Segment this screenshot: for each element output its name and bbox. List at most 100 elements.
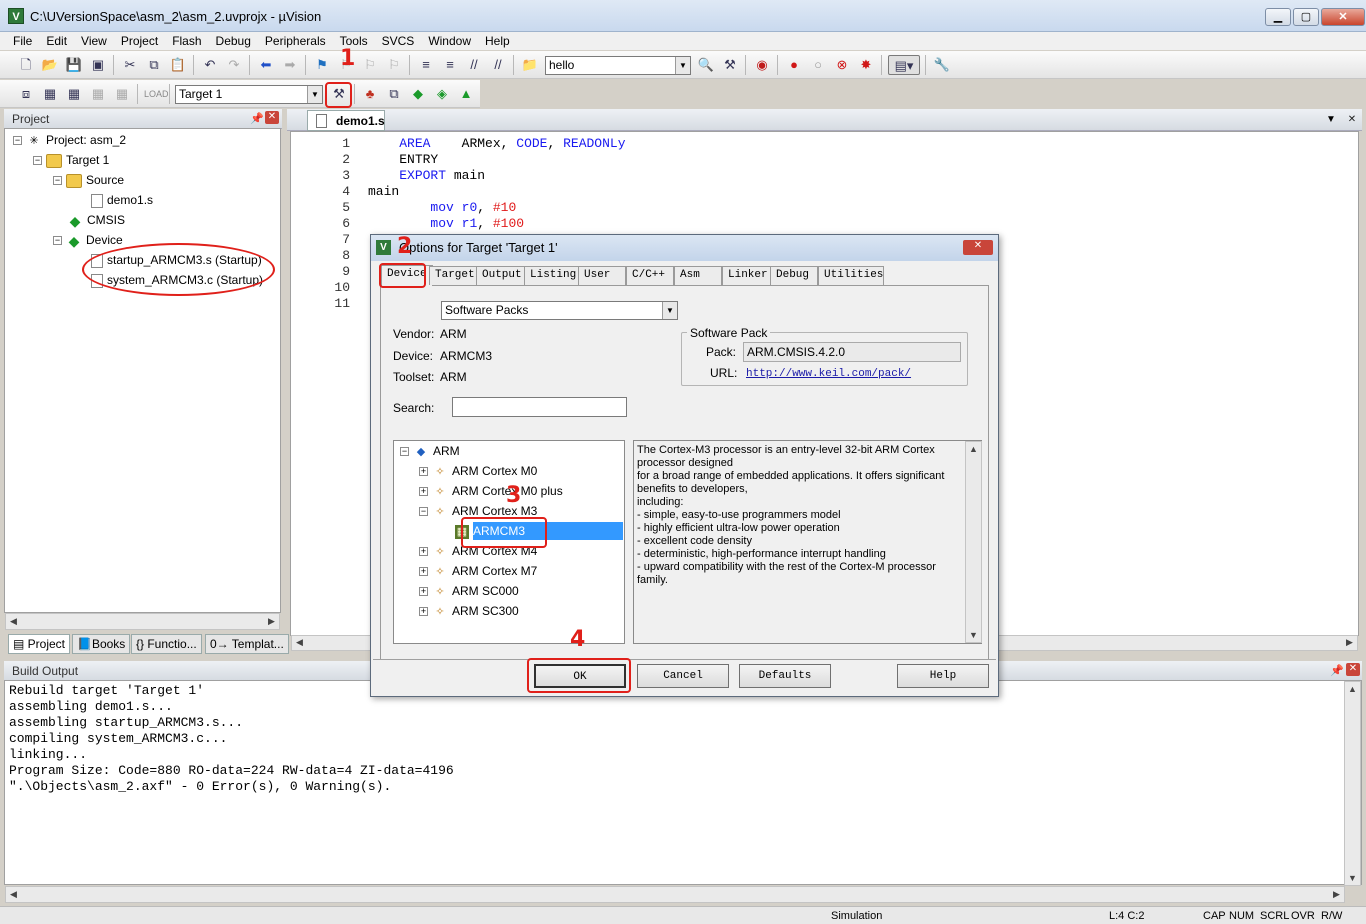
menu-help[interactable]: Help xyxy=(478,32,517,50)
database-select[interactable]: Software Packs ▼ xyxy=(441,301,678,320)
expand-icon[interactable]: + xyxy=(419,587,428,597)
scroll-left-icon[interactable]: ◀ xyxy=(292,637,307,648)
menu-window[interactable]: Window xyxy=(421,32,478,50)
collapse-icon[interactable]: − xyxy=(53,236,62,246)
new-file-icon[interactable]: 🗋 xyxy=(16,55,36,75)
find-combo[interactable]: hello ▼ xyxy=(545,56,691,75)
cut-icon[interactable]: ✂ xyxy=(120,55,140,75)
debug-session-icon[interactable]: ◉ xyxy=(752,55,772,75)
tab-linker[interactable]: Linker xyxy=(722,266,774,285)
disable-breakpoint-icon[interactable]: ○ xyxy=(808,55,828,75)
tree-source[interactable]: − Source xyxy=(53,172,124,188)
target-combo[interactable]: Target 1 ▼ xyxy=(175,85,323,104)
stop-build-icon[interactable]: ▦ xyxy=(112,84,132,104)
copy-icon[interactable]: ⧉ xyxy=(144,55,164,75)
disable-all-breakpoints-icon[interactable]: ⊗ xyxy=(832,55,852,75)
description-vscroll[interactable]: ▲ ▼ xyxy=(965,441,982,643)
manage-project-items-icon[interactable]: ♣ xyxy=(360,84,380,104)
tab-listing[interactable]: Listing xyxy=(524,266,583,285)
build-vscroll[interactable]: ▲ ▼ xyxy=(1344,681,1361,886)
load-icon[interactable]: LOAD xyxy=(144,84,169,104)
menu-edit[interactable]: Edit xyxy=(39,32,74,50)
window-layout-icon[interactable]: ▤▾ xyxy=(888,55,920,75)
expand-icon[interactable]: + xyxy=(419,607,428,617)
pack-installer-icon[interactable]: ◆ xyxy=(408,84,428,104)
scroll-up-icon[interactable]: ▲ xyxy=(1345,684,1360,694)
uncomment-icon[interactable]: // xyxy=(488,55,508,75)
comment-icon[interactable]: // xyxy=(464,55,484,75)
tree-file-demo1[interactable]: demo1.s xyxy=(91,192,153,208)
scroll-left-icon[interactable]: ◀ xyxy=(6,616,21,627)
editor-tab-demo1[interactable]: demo1.s xyxy=(307,110,385,131)
device-tree-sc000[interactable]: + ✧ ARM SC000 xyxy=(419,583,519,599)
chevron-down-icon[interactable]: ▼ xyxy=(662,302,677,319)
menu-flash[interactable]: Flash xyxy=(165,32,208,50)
defaults-button[interactable]: Defaults xyxy=(739,664,831,688)
device-tree-m0[interactable]: + ✧ ARM Cortex M0 xyxy=(419,463,537,479)
collapse-icon[interactable]: − xyxy=(53,176,62,186)
scroll-down-icon[interactable]: ▼ xyxy=(1345,873,1360,883)
nav-back-icon[interactable]: ⬅ xyxy=(256,55,276,75)
collapse-icon[interactable]: − xyxy=(419,507,428,517)
find-in-files-icon[interactable]: 📁 xyxy=(520,55,540,75)
close-panel-icon[interactable]: ✕ xyxy=(1346,663,1360,676)
build-icon[interactable]: ▦ xyxy=(40,84,60,104)
device-tree-arm[interactable]: − ◆ ARM xyxy=(400,443,460,459)
menu-debug[interactable]: Debug xyxy=(209,32,258,50)
device-tree-m0plus[interactable]: + ✧ ARM Cortex M0 plus xyxy=(419,483,563,499)
tree-device[interactable]: − ◆ Device xyxy=(53,232,123,248)
help-button[interactable]: Help xyxy=(897,664,989,688)
translate-icon[interactable]: ⧈ xyxy=(16,84,36,104)
close-panel-icon[interactable]: ✕ xyxy=(265,111,279,124)
pin-icon[interactable]: 📌 xyxy=(1330,664,1344,677)
menu-peripherals[interactable]: Peripherals xyxy=(258,32,333,50)
batch-build-icon[interactable]: ▦ xyxy=(88,84,108,104)
indent-icon[interactable]: ≡ xyxy=(416,55,436,75)
breakpoint-icon[interactable]: ● xyxy=(784,55,804,75)
maximize-button[interactable]: ▢ xyxy=(1293,8,1319,26)
scroll-up-icon[interactable]: ▲ xyxy=(966,444,981,454)
expand-icon[interactable]: + xyxy=(419,467,428,477)
tab-list-icon[interactable]: ▼ xyxy=(1326,114,1336,125)
tree-target[interactable]: − Target 1 xyxy=(33,152,109,168)
expand-icon[interactable]: + xyxy=(419,567,428,577)
dialog-close-icon[interactable]: ✕ xyxy=(963,240,993,255)
collapse-icon[interactable]: − xyxy=(400,447,409,457)
unindent-icon[interactable]: ≡ xyxy=(440,55,460,75)
find-icon[interactable]: 🔍 xyxy=(696,55,716,75)
tab-user[interactable]: User xyxy=(578,266,626,285)
rte-icon[interactable]: ▲ xyxy=(456,84,476,104)
undo-icon[interactable]: ↶ xyxy=(200,55,220,75)
expand-icon[interactable]: + xyxy=(419,487,428,497)
scroll-left-icon[interactable]: ◀ xyxy=(6,889,21,900)
incremental-find-icon[interactable]: ⚒ xyxy=(720,55,740,75)
tab-utilities[interactable]: Utilities xyxy=(818,266,884,285)
chevron-down-icon[interactable]: ▼ xyxy=(307,86,322,103)
close-button[interactable]: ✕ xyxy=(1321,8,1365,26)
tab-asm[interactable]: Asm xyxy=(674,266,722,285)
collapse-icon[interactable]: − xyxy=(13,136,22,146)
tab-target[interactable]: Target xyxy=(429,266,481,285)
tab-project[interactable]: ▤ Project xyxy=(8,634,71,654)
bookmark-icon[interactable]: ⚑ xyxy=(312,55,332,75)
save-icon[interactable]: 💾 xyxy=(64,55,84,75)
select-packs-icon[interactable]: ⧉ xyxy=(384,84,404,104)
menu-view[interactable]: View xyxy=(74,32,114,50)
build-hscroll[interactable]: ◀ ▶ xyxy=(5,886,1345,903)
tab-books[interactable]: 📘Books xyxy=(72,634,131,654)
paste-icon[interactable]: 📋 xyxy=(168,55,188,75)
save-all-icon[interactable]: ▣ xyxy=(88,55,108,75)
scroll-right-icon[interactable]: ▶ xyxy=(1342,637,1357,648)
tree-root[interactable]: − ✳ Project: asm_2 xyxy=(13,132,126,148)
menu-svcs[interactable]: SVCS xyxy=(375,32,422,50)
menu-project[interactable]: Project xyxy=(114,32,165,50)
nav-forward-icon[interactable]: ➡ xyxy=(280,55,300,75)
cancel-button[interactable]: Cancel xyxy=(637,664,729,688)
redo-icon[interactable]: ↷ xyxy=(224,55,244,75)
device-tree-sc300[interactable]: + ✧ ARM SC300 xyxy=(419,603,519,619)
scroll-right-icon[interactable]: ▶ xyxy=(264,616,279,627)
tree-cmsis[interactable]: ◆ CMSIS xyxy=(67,212,125,228)
tab-debug[interactable]: Debug xyxy=(770,266,818,285)
tab-templates[interactable]: 0→ Templat... xyxy=(205,634,289,654)
menu-file[interactable]: File xyxy=(6,32,39,50)
